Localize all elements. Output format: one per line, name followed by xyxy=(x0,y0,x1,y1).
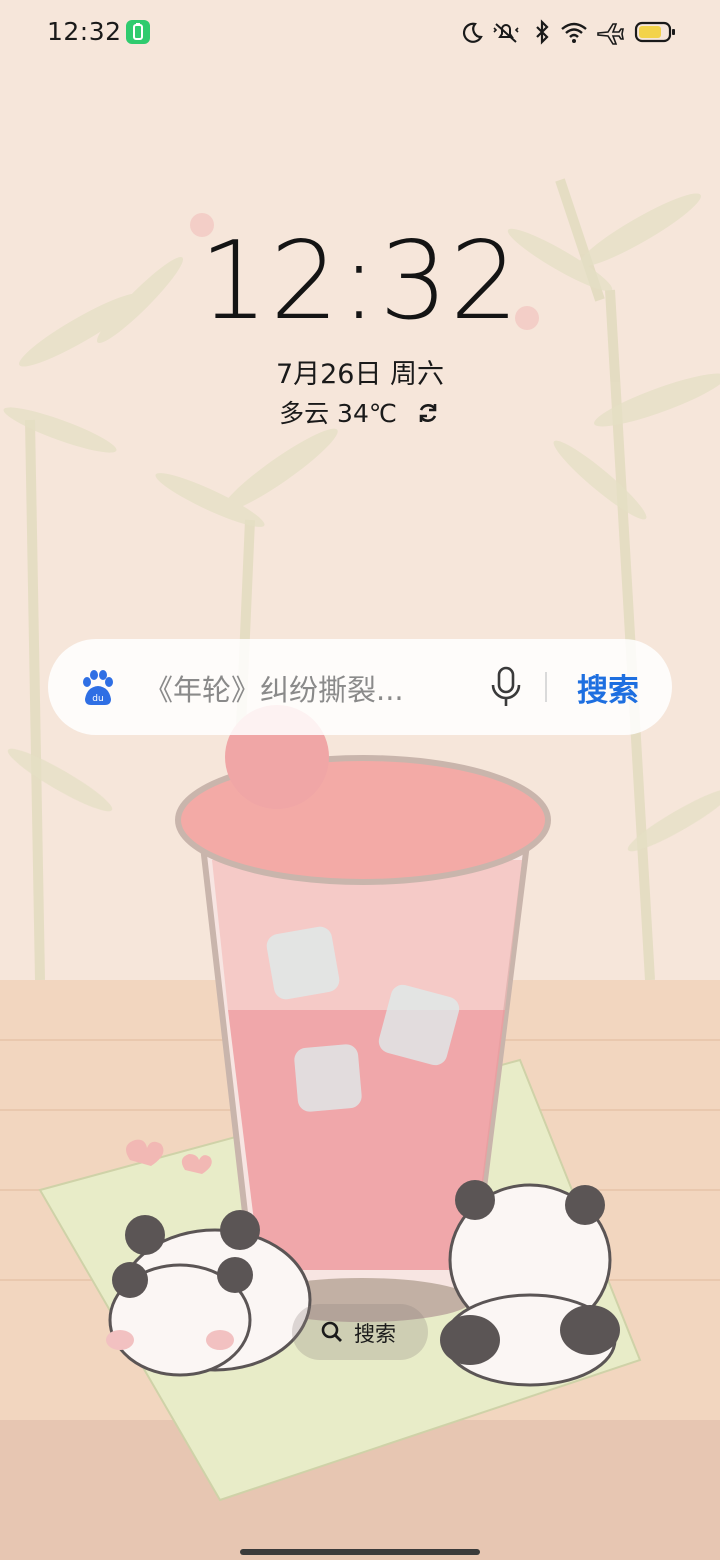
battery-saver-icon xyxy=(126,20,150,44)
home-indicator[interactable] xyxy=(240,1549,480,1555)
weather-text: 多云 34℃ xyxy=(279,399,397,428)
microphone-icon[interactable] xyxy=(488,666,524,708)
bottom-search-label: 搜索 xyxy=(354,1322,396,1346)
baidu-paw-icon: du xyxy=(78,669,116,707)
svg-text:du: du xyxy=(92,694,103,704)
lockscreen-clock: 12:32 xyxy=(199,219,521,344)
battery-icon xyxy=(634,16,676,48)
weather-info[interactable]: 多云 34℃ xyxy=(0,394,720,430)
search-icon xyxy=(320,1320,344,1344)
status-time: 12:32 xyxy=(47,17,122,46)
search-button[interactable]: 搜索 xyxy=(568,665,648,710)
search-input[interactable]: 《年轮》纠纷撕裂... xyxy=(144,667,434,709)
search-widget[interactable]: du 《年轮》纠纷撕裂... 搜索 xyxy=(48,639,672,735)
lockscreen-date: 7月26日 周六 xyxy=(275,359,445,390)
moon-icon xyxy=(456,16,488,48)
divider xyxy=(545,672,547,702)
mute-icon xyxy=(490,16,522,48)
status-bar: 12:32 xyxy=(0,0,720,64)
wifi-icon xyxy=(558,16,590,48)
bluetooth-icon xyxy=(526,16,558,48)
airplane-icon xyxy=(594,16,626,48)
refresh-icon[interactable] xyxy=(415,400,441,426)
bottom-search-button[interactable]: 搜索 xyxy=(292,1304,428,1360)
